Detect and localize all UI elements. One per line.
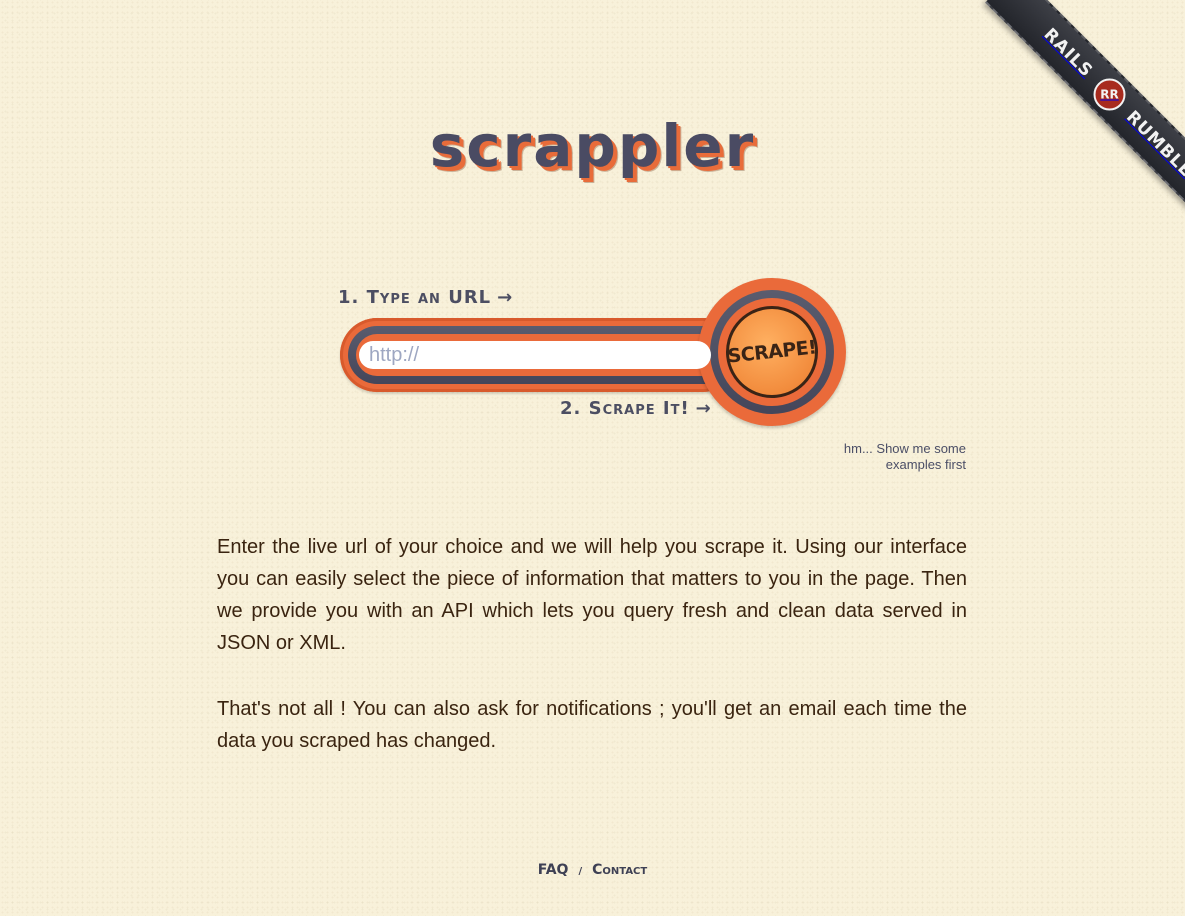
rails-rumble-logo-icon: RR	[1093, 78, 1126, 111]
scrape-button[interactable]: SCRAPE!	[721, 301, 823, 403]
url-input[interactable]	[359, 341, 711, 369]
step1-text: 1. Type an URL	[338, 287, 492, 308]
scrape-button-frame: SCRAPE!	[698, 278, 846, 426]
ribbon-text-left: RAILS	[1039, 24, 1097, 82]
footer-faq-link[interactable]: FAQ	[538, 862, 569, 878]
step1-label: 1. Type an URL →	[338, 287, 513, 308]
arrow-right-icon: →	[695, 398, 712, 419]
footer-nav: FAQ / Contact	[0, 862, 1185, 878]
description-paragraph-1: Enter the live url of your choice and we…	[217, 536, 967, 654]
scrape-button-border: SCRAPE!	[710, 290, 834, 414]
description-paragraph-2: That's not all ! You can also ask for no…	[217, 698, 967, 752]
curved-arrow-icon: →	[497, 287, 514, 308]
site-logo: scrappler	[429, 112, 756, 180]
ribbon-badge-text: RR	[1100, 87, 1119, 102]
footer-separator: /	[578, 866, 583, 877]
step2-text: 2. Scrape It!	[560, 398, 690, 419]
scrape-button-inner: SCRAPE!	[718, 298, 826, 406]
examples-link[interactable]: hm... Show me some examples first	[806, 441, 966, 473]
step2-label: 2. Scrape It! →	[560, 398, 712, 419]
footer-contact-link[interactable]: Contact	[592, 862, 647, 878]
